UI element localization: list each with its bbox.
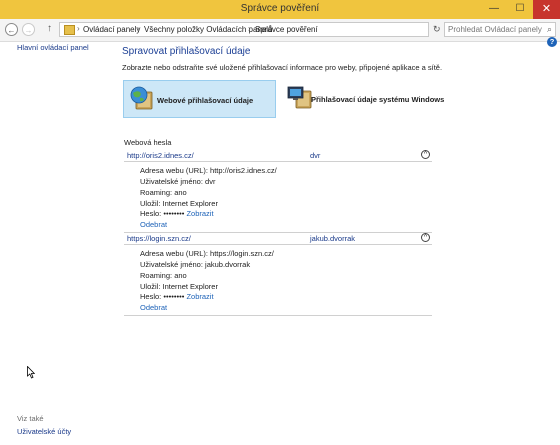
search-icon[interactable]: ⌕ bbox=[547, 24, 552, 35]
credential-remove-row: Odebrat bbox=[140, 220, 167, 229]
collapse-chevron-icon[interactable]: ^ bbox=[421, 150, 430, 159]
credential-password-row: Heslo: •••••••• Zobrazit bbox=[140, 209, 214, 218]
windows-credentials-tile[interactable]: Přihlašovací údaje systému Windows bbox=[283, 80, 444, 118]
username-label: Uživatelské jméno: bbox=[140, 260, 203, 269]
sidebar-see-also-heading: Viz také bbox=[17, 414, 44, 423]
search-placeholder: Prohledat Ovládací panely bbox=[448, 25, 542, 34]
breadcrumb-credential-manager[interactable]: Správce pověření bbox=[255, 25, 318, 34]
window-title: Správce pověření bbox=[240, 3, 320, 14]
search-input[interactable]: Prohledat Ovládací panely ⌕ bbox=[444, 22, 556, 37]
address-label: Adresa webu (URL): bbox=[140, 249, 208, 258]
help-icon[interactable]: ? bbox=[547, 37, 557, 47]
credential-remove-row: Odebrat bbox=[140, 303, 167, 312]
credential-address-row: Adresa webu (URL): http://oris2.idnes.cz… bbox=[140, 166, 277, 175]
credential-url[interactable]: http://oris2.idnes.cz/ bbox=[127, 151, 194, 160]
credential-username-row: Uživatelské jméno: jakub.dvorrak bbox=[140, 260, 250, 269]
username-value: jakub.dvorrak bbox=[205, 260, 251, 269]
credential-entry-header[interactable]: http://oris2.idnes.cz/ dvr ^ bbox=[124, 150, 432, 162]
saved-by-label: Uložil: bbox=[140, 199, 161, 208]
web-credentials-tile[interactable]: Webové přihlašovací údaje bbox=[123, 80, 276, 118]
breadcrumb-separator: › bbox=[248, 24, 251, 33]
back-button[interactable]: ← bbox=[5, 23, 18, 36]
collapse-chevron-icon[interactable]: ^ bbox=[421, 233, 430, 242]
saved-by-label: Uložil: bbox=[140, 282, 161, 291]
page-subtitle: Zobrazte nebo odstraňte své uložené přih… bbox=[122, 63, 443, 72]
show-password-link[interactable]: Zobrazit bbox=[186, 209, 213, 218]
credential-user: jakub.dvorrak bbox=[310, 234, 356, 243]
credential-password-row: Heslo: •••••••• Zobrazit bbox=[140, 292, 214, 301]
windows-credentials-label: Přihlašovací údaje systému Windows bbox=[311, 95, 445, 104]
credential-user: dvr bbox=[310, 151, 321, 160]
roaming-label: Roaming: bbox=[140, 188, 173, 197]
credential-address-row: Adresa webu (URL): https://login.szn.cz/ bbox=[140, 249, 274, 258]
credential-username-row: Uživatelské jméno: dvr bbox=[140, 177, 215, 186]
roaming-value: ano bbox=[174, 271, 187, 280]
username-value: dvr bbox=[205, 177, 216, 186]
web-credentials-icon bbox=[130, 86, 153, 110]
password-value: •••••••• bbox=[163, 292, 185, 301]
refresh-icon[interactable]: ↻ bbox=[433, 24, 441, 35]
breadcrumb-control-panel[interactable]: Ovládací panely bbox=[83, 25, 140, 34]
credential-roaming-row: Roaming: ano bbox=[140, 271, 187, 280]
password-label: Heslo: bbox=[140, 209, 162, 218]
entry-divider bbox=[124, 315, 432, 316]
show-password-link[interactable]: Zobrazit bbox=[186, 292, 213, 301]
address-label: Adresa webu (URL): bbox=[140, 166, 208, 175]
remove-credential-link[interactable]: Odebrat bbox=[140, 220, 167, 229]
roaming-value: ano bbox=[174, 188, 187, 197]
control-panel-folder-icon bbox=[64, 25, 75, 35]
breadcrumb-separator: › bbox=[77, 24, 80, 33]
sidebar-user-accounts-link[interactable]: Uživatelské účty bbox=[17, 427, 71, 436]
roaming-label: Roaming: bbox=[140, 271, 173, 280]
password-label: Heslo: bbox=[140, 292, 162, 301]
credential-roaming-row: Roaming: ano bbox=[140, 188, 187, 197]
saved-by-value: Internet Explorer bbox=[162, 199, 218, 208]
minimize-button[interactable]: — bbox=[481, 0, 507, 19]
up-button[interactable]: ↑ bbox=[47, 23, 52, 34]
page-title: Spravovat přihlašovací údaje bbox=[122, 46, 251, 57]
breadcrumb-separator: › bbox=[137, 24, 140, 33]
mouse-cursor-icon bbox=[27, 366, 35, 379]
title-bar: Správce pověření — ☐ ✕ bbox=[0, 0, 560, 19]
remove-credential-link[interactable]: Odebrat bbox=[140, 303, 167, 312]
address-bar[interactable]: › Ovládací panely › Všechny položky Ovlá… bbox=[59, 22, 429, 37]
navigation-bar: ← → ↑ › Ovládací panely › Všechny položk… bbox=[0, 19, 560, 42]
web-passwords-heading: Webová hesla bbox=[124, 138, 172, 147]
password-value: •••••••• bbox=[163, 209, 185, 218]
address-value: http://oris2.idnes.cz/ bbox=[210, 166, 277, 175]
breadcrumb-all-items[interactable]: Všechny položky Ovládacích panelů bbox=[144, 25, 273, 34]
maximize-button[interactable]: ☐ bbox=[507, 0, 533, 19]
sidebar-home-link[interactable]: Hlavní ovládací panel bbox=[17, 43, 89, 52]
forward-button[interactable]: → bbox=[22, 23, 35, 36]
credential-url[interactable]: https://login.szn.cz/ bbox=[127, 234, 191, 243]
credential-saved-by-row: Uložil: Internet Explorer bbox=[140, 282, 218, 291]
address-value: https://login.szn.cz/ bbox=[210, 249, 274, 258]
close-button[interactable]: ✕ bbox=[533, 0, 560, 19]
credential-entry-header[interactable]: https://login.szn.cz/ jakub.dvorrak ^ bbox=[124, 233, 432, 245]
username-label: Uživatelské jméno: bbox=[140, 177, 203, 186]
windows-credentials-icon bbox=[287, 86, 312, 109]
web-credentials-label: Webové přihlašovací údaje bbox=[157, 96, 254, 105]
credential-saved-by-row: Uložil: Internet Explorer bbox=[140, 199, 218, 208]
saved-by-value: Internet Explorer bbox=[162, 282, 218, 291]
